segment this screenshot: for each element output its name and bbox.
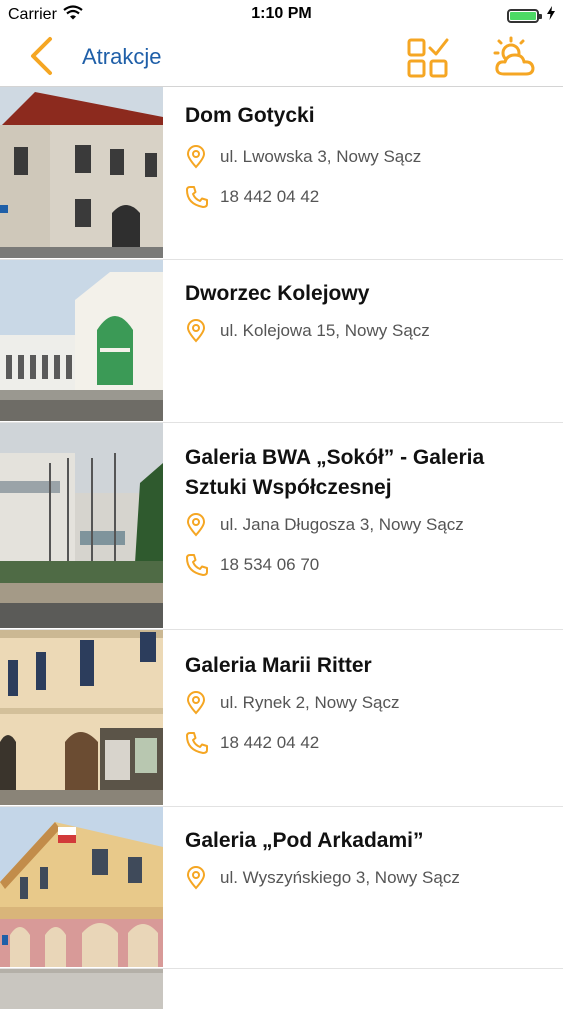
status-time: 1:10 PM [251,5,312,22]
location-pin-icon [185,691,220,715]
status-bar: Carrier 1:10 PM [0,0,563,30]
battery-group [507,6,555,25]
attraction-title-line-1: Galeria BWA „Sokół” - Galeria [185,446,485,469]
list-item[interactable]: Dworzec Kolejowy ul. Kolejowa 15, Nowy S… [0,260,563,423]
address-text: ul. Kolejowa 15, Nowy Sącz [220,321,430,340]
location-pin-icon [185,145,220,169]
attraction-info: Galeria Marii Ritter ul. Rynek 2, Nowy S… [185,651,553,763]
battery-icon [507,8,542,23]
list-item[interactable]: Galeria „Pod Arkadami” ul. Wyszyńskiego … [0,807,563,969]
phone-number[interactable]: 18 534 06 70 [220,555,319,575]
attractions-list: Dom Gotycki ul. Lwowska 3, Nowy Sącz 18 … [0,87,563,1009]
attraction-title: Dworzec Kolejowy [185,282,370,305]
attraction-title-line-2: Sztuki Współczesnej [185,476,392,499]
list-item[interactable] [0,969,563,1009]
attraction-photo [0,260,163,421]
attraction-title: Galeria „Pod Arkadami” [185,829,424,852]
attraction-info: Dom Gotycki ul. Lwowska 3, Nowy Sącz 18 … [185,101,553,217]
back-button[interactable] [28,36,54,81]
attraction-address: ul. Rynek 2, Nowy Sącz [185,683,553,723]
list-item[interactable]: Galeria Marii Ritter ul. Rynek 2, Nowy S… [0,630,563,807]
attraction-address: ul. Kolejowa 15, Nowy Sącz [185,311,553,351]
attraction-address: ul. Wyszyńskiego 3, Nowy Sącz [185,858,553,898]
attraction-title: Galeria Marii Ritter [185,654,372,677]
charging-bolt-icon [547,6,555,25]
attraction-photo [0,87,163,258]
back-title[interactable]: Atrakcje [82,44,161,70]
attraction-info: Dworzec Kolejowy ul. Kolejowa 15, Nowy S… [185,279,553,351]
attraction-photo [0,969,163,1009]
attraction-phone[interactable]: 18 442 04 42 [185,177,553,217]
attraction-address: ul. Lwowska 3, Nowy Sącz [185,137,553,177]
phone-icon[interactable] [185,185,220,209]
list-item[interactable]: Galeria BWA „Sokół” - Galeria Sztuki Wsp… [0,423,563,630]
attraction-info: Galeria „Pod Arkadami” ul. Wyszyńskiego … [185,826,553,898]
phone-number[interactable]: 18 442 04 42 [220,187,319,207]
location-pin-icon [185,513,220,537]
weather-sun-cloud-icon[interactable] [492,36,538,87]
attraction-phone[interactable]: 18 442 04 42 [185,723,553,763]
attraction-photo [0,423,163,628]
location-pin-icon [185,319,220,343]
address-text: ul. Lwowska 3, Nowy Sącz [220,147,422,166]
phone-number[interactable]: 18 442 04 42 [220,733,319,753]
attraction-photo [0,807,163,967]
address-text: ul. Rynek 2, Nowy Sącz [220,693,400,712]
navigation-bar: Atrakcje [0,30,563,87]
attraction-phone[interactable]: 18 534 06 70 [185,545,553,585]
address-text: ul. Wyszyńskiego 3, Nowy Sącz [220,868,460,887]
attraction-address: ul. Jana Długosza 3, Nowy Sącz [185,505,553,545]
back-chevron-icon[interactable] [28,36,54,81]
list-item[interactable]: Dom Gotycki ul. Lwowska 3, Nowy Sącz 18 … [0,87,563,260]
checklist-grid-icon[interactable] [406,36,450,85]
phone-icon[interactable] [185,553,220,577]
attraction-info: Galeria BWA „Sokół” - Galeria Sztuki Wsp… [185,443,553,585]
attraction-title: Dom Gotycki [185,104,315,127]
phone-icon[interactable] [185,731,220,755]
attraction-photo [0,630,163,805]
location-pin-icon [185,866,220,890]
address-text: ul. Jana Długosza 3, Nowy Sącz [220,515,464,534]
